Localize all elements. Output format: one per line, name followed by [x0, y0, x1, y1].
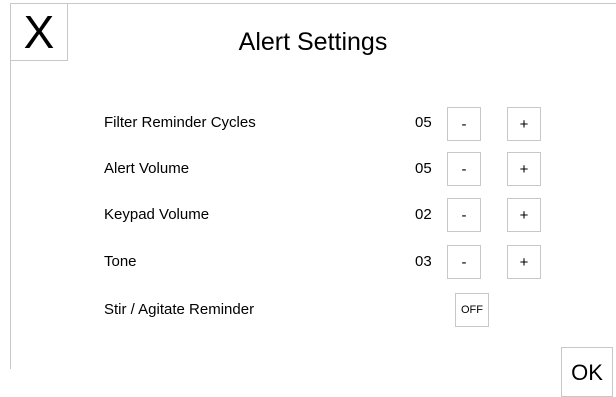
filter-reminder-cycles-increment-button[interactable]: +: [507, 107, 541, 141]
keypad-volume-increment-button[interactable]: +: [507, 198, 541, 232]
filter-reminder-cycles-decrement-button[interactable]: -: [447, 107, 481, 141]
setting-label-filter-reminder-cycles: Filter Reminder Cycles: [104, 114, 256, 131]
frame-top-border: [10, 3, 616, 4]
setting-label-tone: Tone: [104, 253, 137, 270]
page-title: Alert Settings: [238, 28, 388, 56]
setting-value-keypad-volume: 02: [415, 206, 432, 223]
setting-value-alert-volume: 05: [415, 160, 432, 177]
setting-value-filter-reminder-cycles: 05: [415, 114, 432, 131]
tone-decrement-button[interactable]: -: [447, 245, 481, 279]
setting-value-tone: 03: [415, 253, 432, 270]
alert-volume-increment-button[interactable]: +: [507, 152, 541, 186]
alert-volume-decrement-button[interactable]: -: [447, 152, 481, 186]
setting-label-keypad-volume: Keypad Volume: [104, 206, 210, 223]
tone-increment-button[interactable]: +: [507, 245, 541, 279]
stir-agitate-reminder-toggle[interactable]: OFF: [455, 293, 489, 327]
setting-label-stir-agitate-reminder: Stir / Agitate Reminder: [104, 301, 255, 318]
ok-button[interactable]: OK: [561, 347, 613, 397]
setting-label-alert-volume: Alert Volume: [104, 160, 190, 177]
keypad-volume-decrement-button[interactable]: -: [447, 198, 481, 232]
